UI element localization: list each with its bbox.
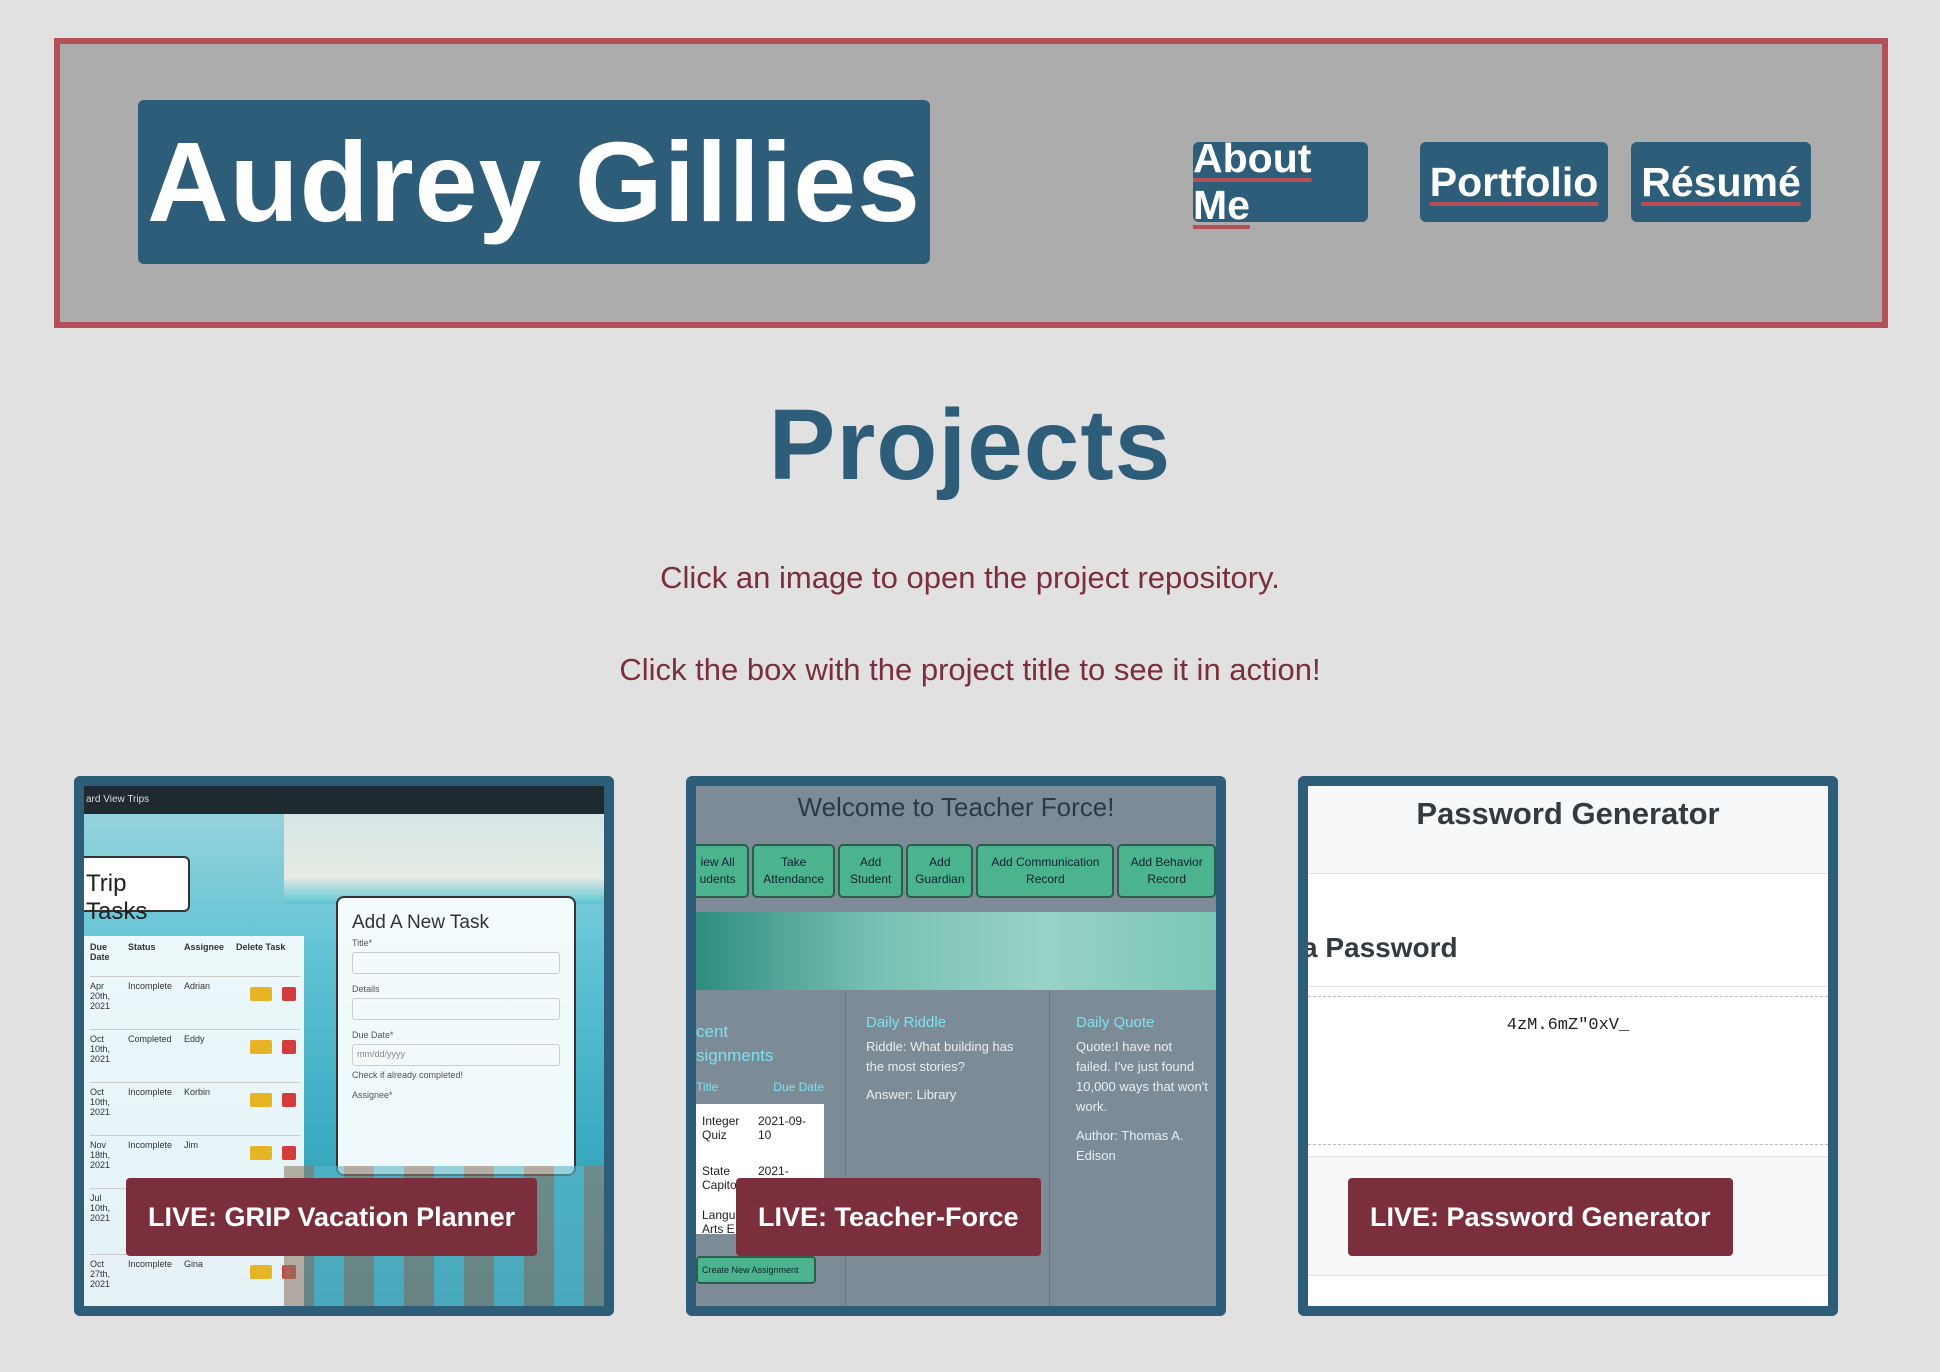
task-row: Oct 27th, 2021 Incomplete Gina xyxy=(90,1254,300,1304)
live-grip-vacation-planner-button[interactable]: LIVE: GRIP Vacation Planner xyxy=(126,1178,538,1256)
teacher-force-banner xyxy=(696,912,1216,990)
task-row: Apr 20th, 2021 Incomplete Adrian xyxy=(90,976,300,1026)
task-table-header: Assignee xyxy=(184,942,225,952)
nav-portfolio-button[interactable]: Portfolio xyxy=(1420,142,1608,222)
edit-icon xyxy=(250,1040,272,1054)
generated-password: 4zM.6mZ"0xV_ xyxy=(1506,1016,1630,1035)
task-table-header: Delete Task xyxy=(236,942,286,952)
password-subheading: a Password xyxy=(1308,932,1458,963)
edit-icon xyxy=(250,1146,272,1160)
project-card-password-generator[interactable]: Password Generator a Password 4zM.6mZ"0x… xyxy=(1298,776,1838,1316)
live-password-generator-button[interactable]: LIVE: Password Generator xyxy=(1348,1178,1733,1256)
project-card-teacher-force[interactable]: Welcome to Teacher Force! iew All udents… xyxy=(686,776,1226,1316)
edit-icon xyxy=(250,1265,272,1279)
task-table-header: Due Date xyxy=(90,942,110,962)
add-task-form: Add A New Task Title* Details Due Date* … xyxy=(336,896,576,1176)
site-name: Audrey Gillies xyxy=(147,119,921,245)
nav-about-me-button[interactable]: About Me xyxy=(1193,135,1368,228)
beach-image xyxy=(284,814,604,904)
delete-icon xyxy=(282,1040,296,1054)
create-assignment-button: Create New Assignment xyxy=(696,1256,816,1284)
teacher-force-heading: Welcome to Teacher Force! xyxy=(797,792,1115,822)
delete-icon xyxy=(282,987,296,1001)
daily-riddle-column: Daily Riddle Riddle: What building has t… xyxy=(846,990,1050,1306)
password-generator-heading: Password Generator xyxy=(1308,786,1828,874)
live-teacher-force-button[interactable]: LIVE: Teacher-Force xyxy=(736,1178,1041,1256)
site-name-banner: Audrey Gillies xyxy=(138,100,930,264)
thumb-topbar: ard View Trips xyxy=(84,786,604,814)
teacher-force-button-bar: iew All udents Take Attendance Add Stude… xyxy=(696,844,1216,898)
edit-icon xyxy=(250,1093,272,1107)
task-table-header: Status xyxy=(128,942,156,952)
daily-quote-column: Daily Quote Quote:I have not failed. I'v… xyxy=(1076,1014,1208,1163)
edit-icon xyxy=(250,987,272,1001)
task-row: Oct 10th, 2021 Incomplete Korbin xyxy=(90,1082,300,1132)
add-task-title: Add A New Task xyxy=(352,912,489,933)
instruction-live: Click the box with the project title to … xyxy=(619,652,1321,687)
project-card-grip-vacation-planner[interactable]: ard View Trips Trip Tasks Due Date Statu… xyxy=(74,776,614,1316)
page-title: Projects xyxy=(768,389,1172,501)
delete-icon xyxy=(282,1146,296,1160)
task-row: Oct 10th, 2021 Completed Eddy xyxy=(90,1029,300,1079)
nav-resume-button[interactable]: Résumé xyxy=(1631,142,1811,222)
instruction-repository: Click an image to open the project repos… xyxy=(660,560,1280,595)
delete-icon xyxy=(282,1093,296,1107)
trip-tasks-tab: Trip Tasks xyxy=(84,856,190,925)
